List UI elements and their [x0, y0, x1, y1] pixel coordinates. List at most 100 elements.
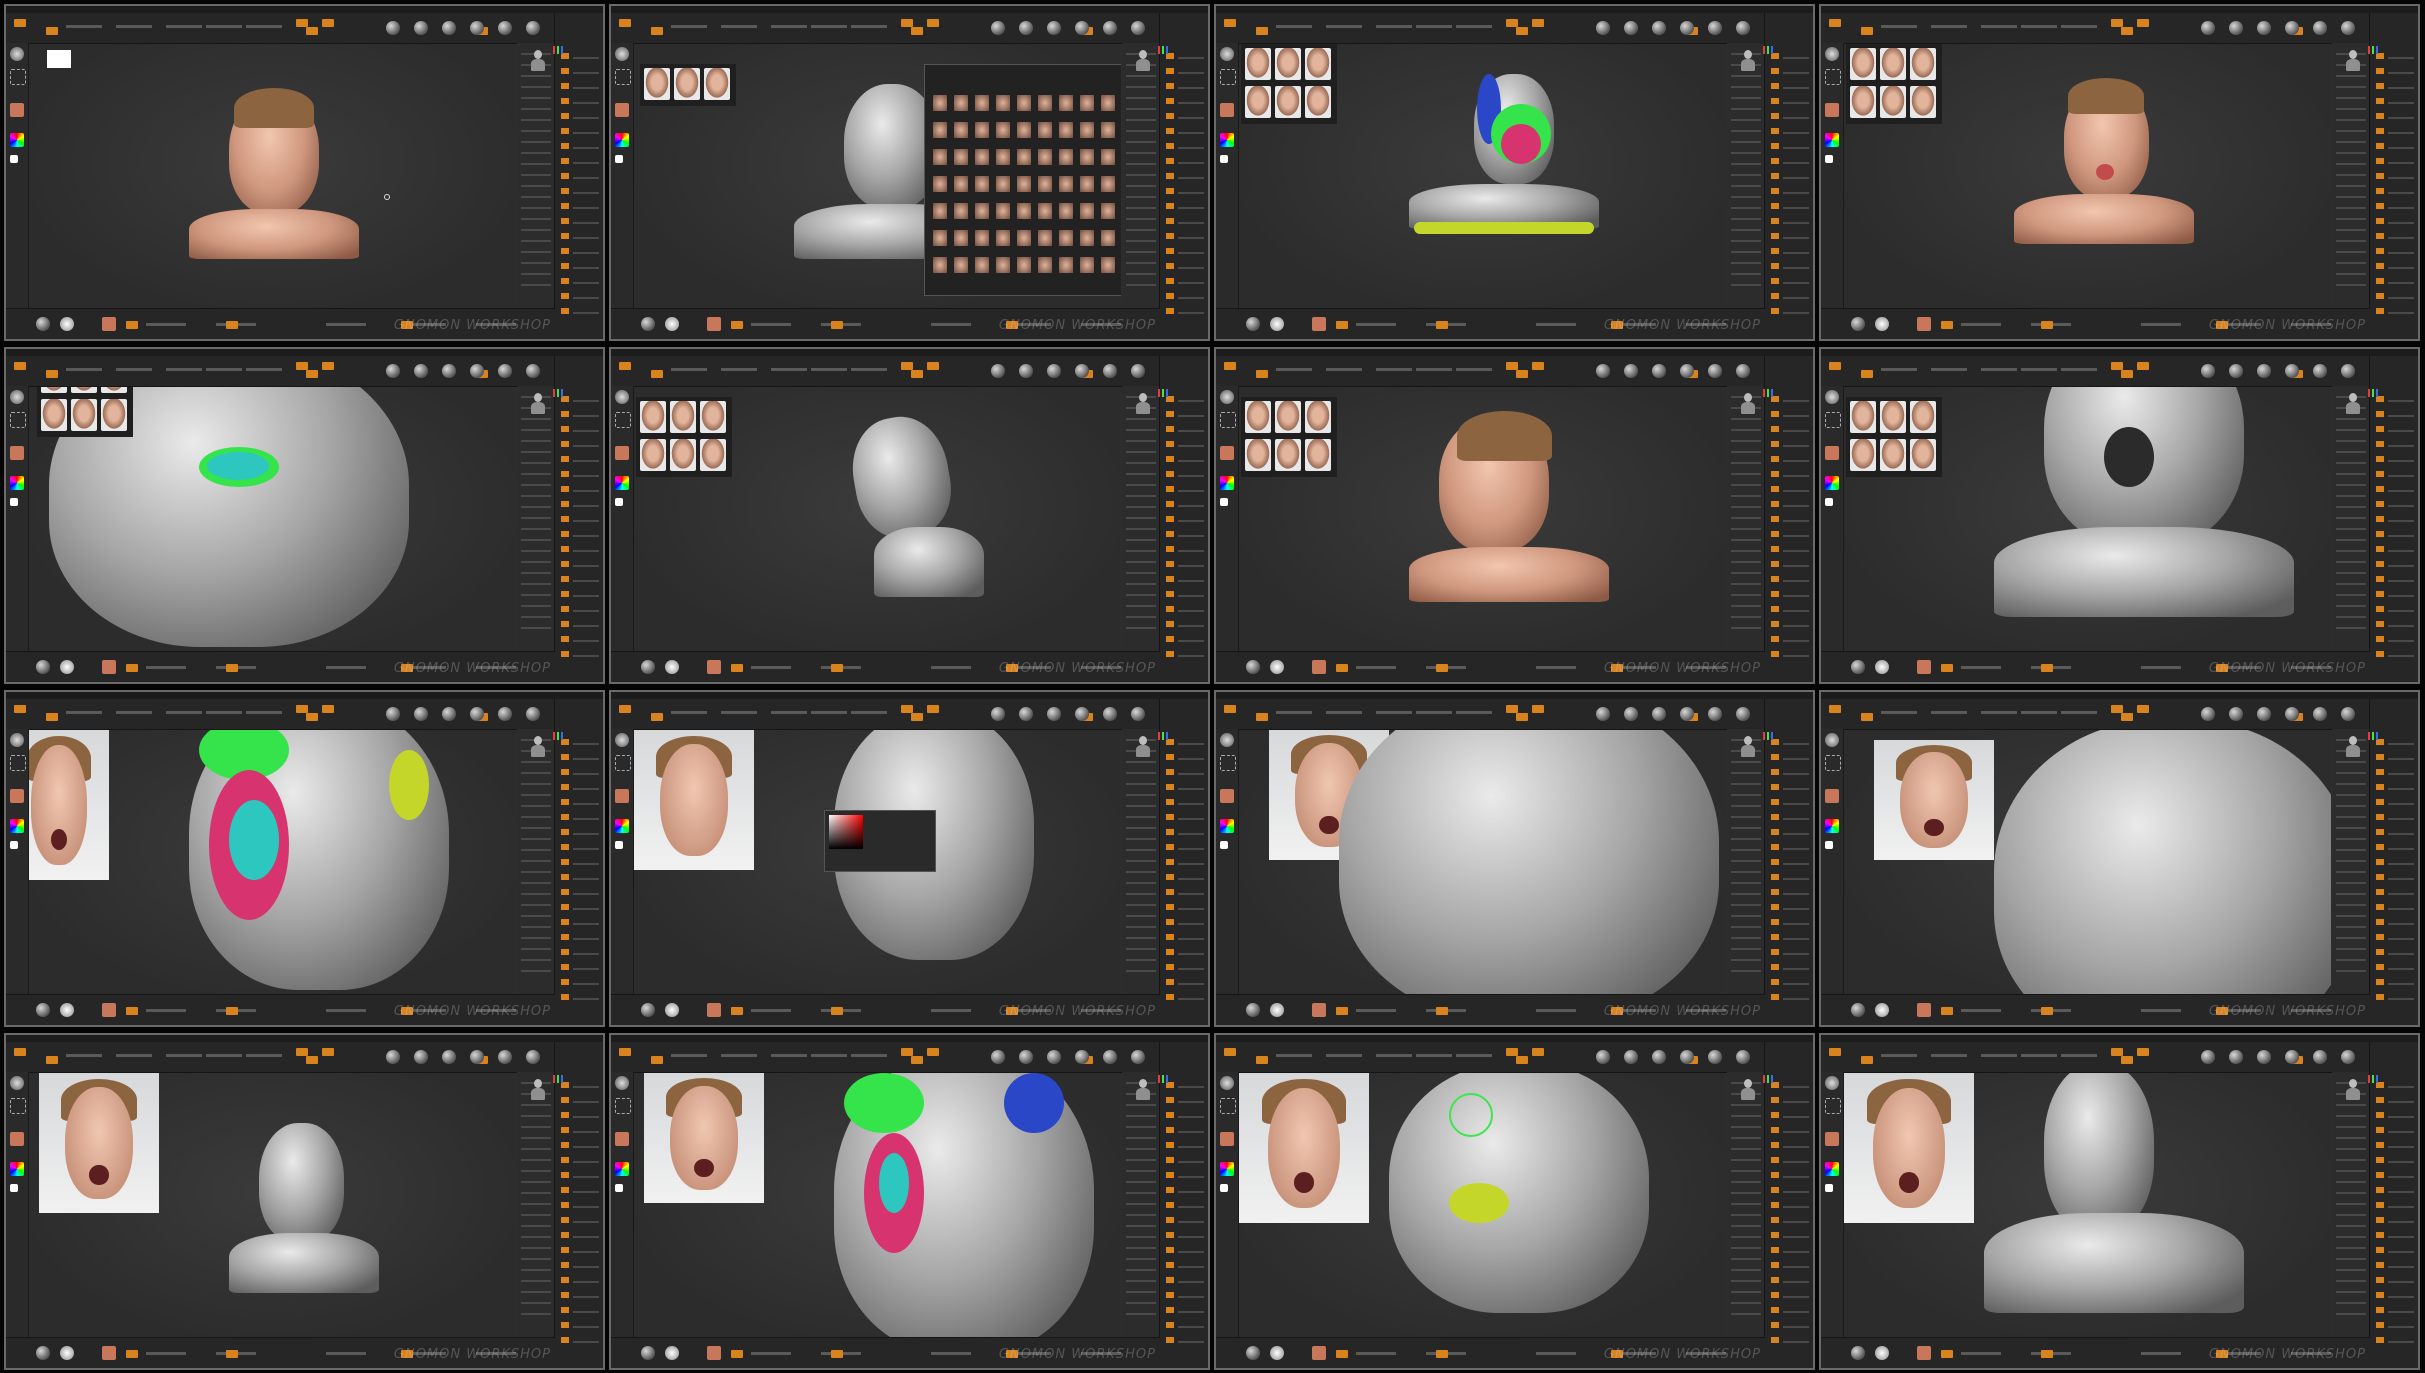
browser-thumbnail[interactable]: [1017, 230, 1031, 246]
palette-row[interactable]: [1126, 871, 1156, 873]
palette-row[interactable]: [1731, 429, 1761, 431]
palette-row[interactable]: [1126, 141, 1156, 143]
palette-row[interactable]: [1126, 816, 1156, 818]
palette-button[interactable]: [561, 621, 569, 627]
palette-button[interactable]: [1771, 128, 1779, 134]
palette-row[interactable]: [1731, 1159, 1761, 1161]
bottom-slider[interactable]: [751, 666, 791, 669]
palette-row[interactable]: [573, 1251, 599, 1253]
reference-thumbnail[interactable]: [1305, 401, 1331, 433]
material-sphere-icon[interactable]: [386, 364, 400, 378]
stroke-icon[interactable]: [1220, 1098, 1236, 1114]
toolbar-slider[interactable]: [671, 368, 707, 371]
palette-button[interactable]: [2376, 651, 2384, 657]
palette-button[interactable]: [1771, 949, 1779, 955]
browser-thumbnail[interactable]: [975, 257, 989, 273]
menu-bar[interactable]: [6, 6, 603, 13]
palette-row[interactable]: [521, 871, 551, 873]
menu-bar[interactable]: [611, 1035, 1208, 1042]
toolbar-slider[interactable]: [2061, 25, 2097, 28]
palette-row[interactable]: [1783, 147, 1809, 149]
bottom-toggle[interactable]: [1941, 664, 1953, 672]
palette-row[interactable]: [1126, 1137, 1156, 1139]
material-sphere-icon[interactable]: [2229, 1050, 2243, 1064]
palette-row[interactable]: [2336, 1225, 2366, 1227]
browser-thumbnail[interactable]: [996, 122, 1010, 138]
toolbar-toggle-button[interactable]: [901, 1048, 913, 1056]
palette-button[interactable]: [1771, 233, 1779, 239]
palette-row[interactable]: [1731, 1280, 1761, 1282]
toolbar-toggle-button[interactable]: [901, 705, 913, 713]
toolbar-slider[interactable]: [2061, 368, 2097, 371]
palette-row[interactable]: [1783, 773, 1809, 775]
material-sphere-icon[interactable]: [1680, 707, 1694, 721]
palette-row[interactable]: [2388, 1296, 2414, 1298]
palette-button[interactable]: [1166, 218, 1174, 224]
material-icon[interactable]: [1875, 317, 1889, 331]
palette-button[interactable]: [1771, 471, 1779, 477]
bottom-toggle[interactable]: [226, 321, 238, 329]
palette-button[interactable]: [2376, 1112, 2384, 1118]
palette-row[interactable]: [1126, 1104, 1156, 1106]
toolbar-slider[interactable]: [1981, 711, 2017, 714]
toolbar-slider[interactable]: [1326, 25, 1362, 28]
toolbar-toggle-button[interactable]: [1532, 362, 1544, 370]
palette-button[interactable]: [1771, 68, 1779, 74]
palette-row[interactable]: [573, 312, 599, 314]
toolbar-toggle-button[interactable]: [1516, 27, 1528, 35]
palette-row[interactable]: [1731, 1115, 1761, 1117]
browser-thumbnail[interactable]: [1038, 257, 1052, 273]
toolbar-toggle-button[interactable]: [651, 1056, 663, 1064]
primary-color-swatch[interactable]: [10, 1184, 18, 1192]
reference-thumbnail[interactable]: [1880, 48, 1906, 80]
bottom-toggle[interactable]: [831, 1350, 843, 1358]
material-sphere-icon[interactable]: [526, 707, 540, 721]
reference-thumbnail[interactable]: [1880, 86, 1906, 118]
browser-thumbnail[interactable]: [1038, 230, 1052, 246]
browser-thumbnail[interactable]: [954, 149, 968, 165]
palette-button[interactable]: [1771, 456, 1779, 462]
bottom-toggle[interactable]: [1436, 321, 1448, 329]
palette-row[interactable]: [573, 908, 599, 910]
palette-button[interactable]: [2376, 904, 2384, 910]
palette-row[interactable]: [2336, 440, 2366, 442]
palette-button[interactable]: [561, 979, 569, 985]
palette-button[interactable]: [1166, 248, 1174, 254]
browser-thumbnail[interactable]: [1080, 230, 1094, 246]
palette-button[interactable]: [1166, 754, 1174, 760]
palette-row[interactable]: [2336, 240, 2366, 242]
palette-button[interactable]: [1166, 859, 1174, 865]
palette-row[interactable]: [1783, 743, 1809, 745]
palette-row[interactable]: [1731, 495, 1761, 497]
material-sphere-icon[interactable]: [1019, 707, 1033, 721]
material-sphere-icon[interactable]: [1736, 1050, 1750, 1064]
palette-row[interactable]: [1731, 1181, 1761, 1183]
palette-row[interactable]: [1126, 495, 1156, 497]
palette-row[interactable]: [1783, 580, 1809, 582]
palette-row[interactable]: [2336, 539, 2366, 541]
palette-button[interactable]: [1771, 143, 1779, 149]
palette-row[interactable]: [1178, 282, 1204, 284]
palette-row[interactable]: [1731, 1126, 1761, 1128]
toolbar-toggle-button[interactable]: [296, 362, 308, 370]
browser-thumbnail[interactable]: [1059, 203, 1073, 219]
palette-button[interactable]: [561, 501, 569, 507]
material-sphere-icon[interactable]: [1680, 364, 1694, 378]
material-sphere-icon[interactable]: [1680, 1050, 1694, 1064]
material-sphere-icon[interactable]: [1596, 21, 1610, 35]
bottom-slider[interactable]: [1536, 1009, 1576, 1012]
browser-thumbnail[interactable]: [933, 176, 947, 192]
palette-row[interactable]: [2336, 1247, 2366, 1249]
reference-thumbnail[interactable]: [1910, 401, 1936, 433]
palette-button[interactable]: [561, 128, 569, 134]
palette-button[interactable]: [1166, 1217, 1174, 1223]
palette-row[interactable]: [2388, 1161, 2414, 1163]
palette-button[interactable]: [1166, 949, 1174, 955]
material-sphere-icon[interactable]: [1019, 1050, 1033, 1064]
palette-button[interactable]: [2376, 143, 2384, 149]
palette-row[interactable]: [1126, 1159, 1156, 1161]
palette-row[interactable]: [2336, 506, 2366, 508]
palette-button[interactable]: [1771, 173, 1779, 179]
palette-row[interactable]: [521, 860, 551, 862]
palette-button[interactable]: [1166, 293, 1174, 299]
